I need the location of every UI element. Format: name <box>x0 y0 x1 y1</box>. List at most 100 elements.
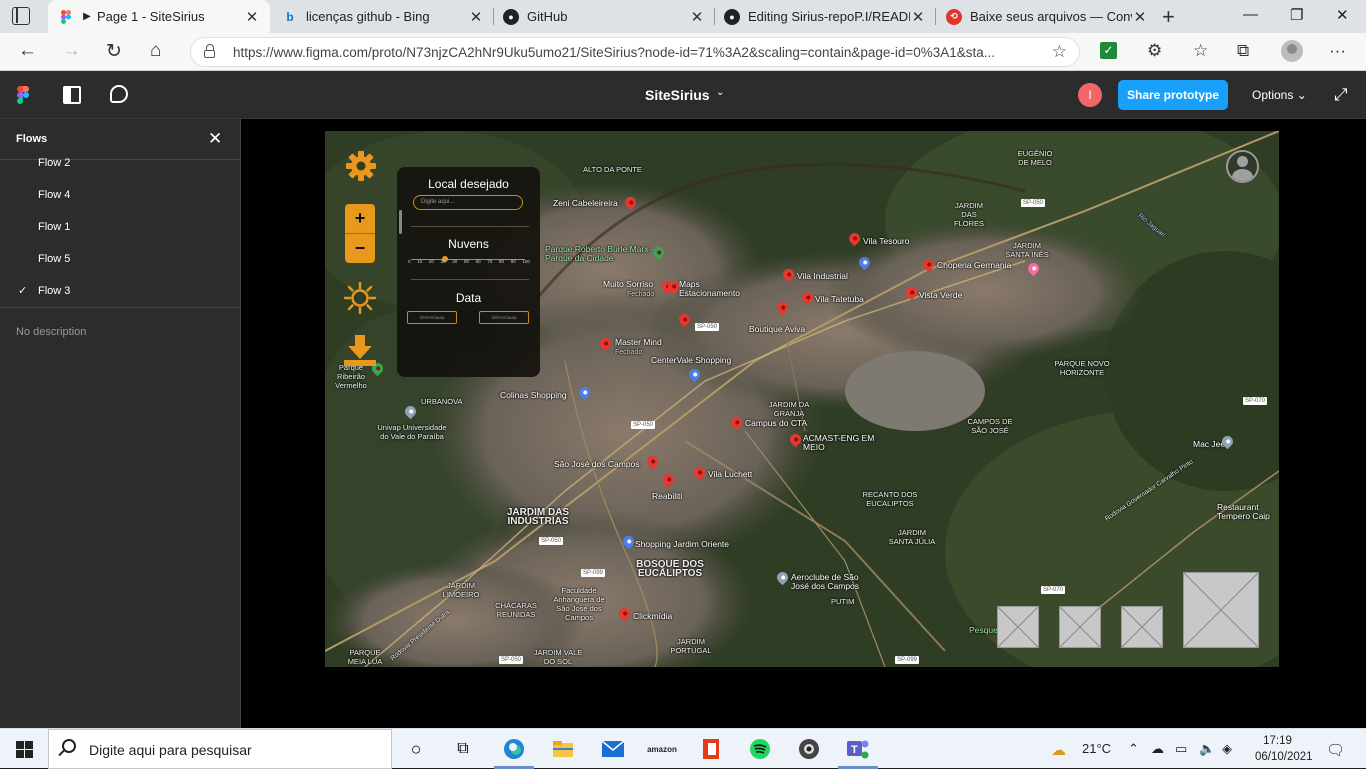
comment-icon[interactable] <box>110 85 128 103</box>
webcam-app-icon[interactable] <box>797 737 821 761</box>
map-label: CenterVale Shopping <box>651 355 732 365</box>
amazon-icon[interactable]: amazon <box>647 737 677 761</box>
office-icon[interactable] <box>699 737 723 761</box>
map-label: Maps Estacionamento <box>679 279 740 298</box>
close-tab-icon[interactable]: ✕ <box>689 8 705 26</box>
image-placeholder[interactable] <box>1121 606 1163 648</box>
image-placeholder[interactable] <box>1059 606 1101 648</box>
map-label: Parque Ribeirão Vermelho <box>335 363 367 390</box>
flow-item[interactable]: Flow 2 <box>38 157 70 169</box>
browser-tab-editing-readme[interactable]: ● Editing Sirius-repoP.I/READM ✕ <box>714 0 936 33</box>
url-field[interactable]: https://www.figma.com/proto/N73njzCA2hNr… <box>190 37 1080 67</box>
close-icon[interactable]: ✕ <box>208 129 222 149</box>
flow-item[interactable]: Flow 1 <box>38 221 70 233</box>
route-shield: SP-050 <box>631 421 656 429</box>
tab-actions-icon[interactable] <box>12 7 30 25</box>
tick-label: 30 <box>440 259 446 264</box>
gear-icon[interactable] <box>345 150 377 182</box>
mail-icon[interactable] <box>601 737 625 761</box>
close-window-button[interactable]: ✕ <box>1336 6 1349 24</box>
windows-start-icon[interactable] <box>16 741 33 758</box>
bing-icon: b <box>286 9 294 24</box>
taskbar-clock[interactable]: 17:19 06/10/2021 <box>1255 733 1313 765</box>
notifications-icon[interactable]: 🗨 <box>1326 741 1345 759</box>
minimize-button[interactable]: — <box>1243 6 1258 23</box>
convert-icon: ⟲ <box>946 8 962 25</box>
collections-icon[interactable]: ⧉ <box>1237 41 1249 61</box>
map-label: ALTO DA PONTE <box>583 165 642 174</box>
flow-item[interactable]: Flow 5 <box>38 253 70 265</box>
close-tab-icon[interactable]: ✕ <box>910 8 926 26</box>
filter-panel: Local desejado Digite aqui... Nuvens 0 1… <box>397 167 540 377</box>
lock-icon[interactable] <box>204 44 215 58</box>
close-tab-icon[interactable]: ✕ <box>1132 8 1148 26</box>
onedrive-icon[interactable]: ☁ <box>1151 741 1164 757</box>
file-title[interactable]: SiteSirius <box>645 87 710 103</box>
divider <box>411 279 529 280</box>
user-avatar[interactable]: I <box>1078 83 1102 107</box>
file-explorer-icon[interactable] <box>551 737 575 761</box>
edge-icon[interactable] <box>502 737 526 761</box>
user-account-icon[interactable] <box>1226 150 1259 183</box>
tick-label: 70 <box>487 259 493 264</box>
map-label: JARDIM PORTUGAL <box>670 637 712 655</box>
figma-prototype-header: SiteSirius ⌄ I Share prototype Options ⌄… <box>0 71 1366 119</box>
weather-temperature[interactable]: 21°C <box>1082 741 1111 756</box>
map-label: Muito Sorriso <box>603 279 654 289</box>
new-tab-button[interactable]: + <box>1162 4 1175 30</box>
fullscreen-icon[interactable]: ⤢ <box>1334 85 1348 105</box>
route-shield: SP-050 <box>539 537 564 545</box>
map-label: Faculdade Anhanguera de São José dos Cam… <box>553 586 605 622</box>
taskbar-search[interactable]: Digite aqui para pesquisar <box>48 729 392 769</box>
weather-icon[interactable]: ☁ <box>1051 741 1066 759</box>
add-favorite-icon[interactable]: ☆ <box>1052 42 1067 62</box>
image-placeholder[interactable] <box>997 606 1039 648</box>
flows-title: Flows <box>16 133 48 145</box>
date-to-field[interactable]: dd/mm/aaaa <box>479 311 529 324</box>
image-placeholder-large[interactable] <box>1183 572 1259 648</box>
toggle-sidebar-icon[interactable] <box>63 86 81 104</box>
favorites-icon[interactable]: ☆ <box>1193 41 1208 61</box>
close-tab-icon[interactable]: ✕ <box>244 8 260 26</box>
options-button[interactable]: Options ⌄ <box>1252 88 1307 102</box>
chevron-up-icon[interactable]: ⌃ <box>1128 741 1139 757</box>
github-icon: ● <box>503 8 519 25</box>
browser-tab-bing[interactable]: b licenças github - Bing ✕ <box>272 0 494 33</box>
zoom-in-button[interactable]: + <box>345 204 375 233</box>
chevron-down-icon[interactable]: ⌄ <box>716 87 724 98</box>
forward-icon[interactable]: → <box>62 40 81 62</box>
refresh-icon[interactable]: ↻ <box>106 40 122 63</box>
sun-icon[interactable] <box>344 282 376 314</box>
extension-check-icon[interactable]: ✓ <box>1100 42 1117 59</box>
zoom-out-button[interactable]: − <box>345 234 375 263</box>
back-icon[interactable]: ← <box>18 40 37 62</box>
profile-avatar[interactable] <box>1281 40 1303 62</box>
figma-logo-icon[interactable] <box>17 86 29 104</box>
close-tab-icon[interactable]: ✕ <box>468 8 484 26</box>
tick-label: 60 <box>475 259 481 264</box>
extensions-icon[interactable]: ⚙ <box>1147 41 1162 61</box>
clock-time: 17:19 <box>1263 735 1292 747</box>
flow-item[interactable]: Flow 4 <box>38 189 70 201</box>
route-shield: SP-099 <box>895 656 920 664</box>
home-icon[interactable]: ⌂ <box>150 40 161 62</box>
dropbox-icon[interactable]: ◈ <box>1222 741 1232 757</box>
teams-icon[interactable]: T <box>846 737 870 761</box>
task-view-icon[interactable]: ⧉ <box>451 737 475 761</box>
spotify-icon[interactable] <box>748 737 772 761</box>
browser-tab-sitesirius[interactable]: ▶ Page 1 - SiteSirius ✕ <box>48 0 270 33</box>
browser-tab-convert[interactable]: ⟲ Baixe seus arquivos — Conve ✕ <box>936 0 1158 33</box>
cortana-icon[interactable]: ○ <box>404 737 428 761</box>
battery-icon[interactable]: ▭ <box>1175 741 1187 757</box>
location-input[interactable]: Digite aqui... <box>413 195 523 210</box>
download-icon[interactable] <box>343 335 377 367</box>
share-prototype-button[interactable]: Share prototype <box>1118 80 1228 110</box>
browser-tab-github[interactable]: ● GitHub ✕ <box>493 0 715 33</box>
flow-item-selected[interactable]: Flow 3 <box>38 285 70 297</box>
panel-scrollbar[interactable] <box>399 210 402 234</box>
date-from-field[interactable]: 00/mm/aaaa <box>407 311 457 324</box>
map-label: Zeni Cabeleireira <box>553 198 618 208</box>
more-menu-icon[interactable]: ··· <box>1329 41 1346 61</box>
restore-button[interactable]: ❐ <box>1290 6 1303 24</box>
volume-icon[interactable]: 🔈 <box>1199 741 1215 757</box>
